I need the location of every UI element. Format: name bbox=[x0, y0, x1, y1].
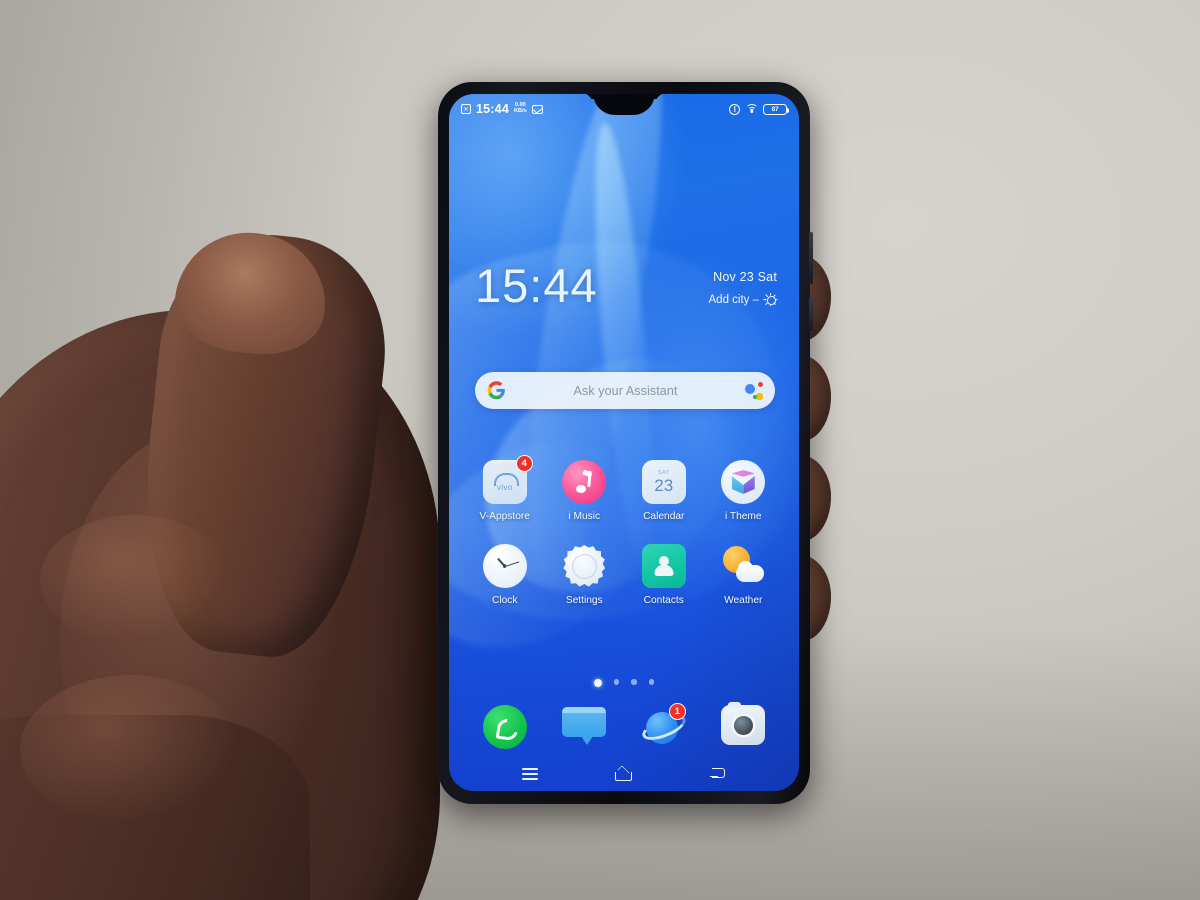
badge-count: 4 bbox=[515, 455, 533, 472]
app-clock[interactable]: Clock bbox=[465, 544, 545, 606]
vibrate-icon bbox=[729, 103, 740, 115]
message-icon bbox=[531, 104, 543, 114]
app-label: i Theme bbox=[724, 511, 762, 522]
app-label: Settings bbox=[565, 595, 603, 606]
battery-percent: 87 bbox=[771, 105, 779, 113]
recents-icon[interactable] bbox=[521, 768, 538, 780]
dock: 1 bbox=[465, 702, 783, 749]
dock-item-browser[interactable]: 1 bbox=[638, 703, 689, 749]
google-g-icon bbox=[487, 381, 506, 400]
app-v-appstore[interactable]: vivo 4 V-Appstore bbox=[465, 455, 545, 522]
add-city-label: Add city – bbox=[708, 293, 760, 306]
data-speed: 0.00 KB/s bbox=[513, 102, 527, 115]
app-grid: vivo 4 V-Appstore i Music SAT 23 Calenda… bbox=[465, 455, 784, 606]
clock-time[interactable]: 15:44 bbox=[475, 262, 598, 309]
page-indicator bbox=[449, 679, 799, 687]
app-label: Calendar bbox=[643, 511, 685, 522]
dock-item-messages[interactable] bbox=[562, 705, 607, 749]
phone-handset-icon[interactable] bbox=[482, 705, 527, 749]
theme-cube-icon[interactable] bbox=[721, 460, 766, 504]
screenshot-icon: ✕ bbox=[461, 104, 471, 114]
app-contacts[interactable]: Contacts bbox=[624, 544, 704, 606]
message-bubble-icon[interactable] bbox=[562, 705, 607, 745]
app-calendar[interactable]: SAT 23 Calendar bbox=[624, 460, 704, 522]
knuckle-highlight bbox=[40, 515, 230, 645]
clock-icon[interactable] bbox=[482, 544, 527, 588]
weather-block[interactable]: Nov 23 Sat Add city – bbox=[708, 262, 778, 307]
music-note-icon[interactable] bbox=[562, 460, 607, 504]
app-label: Weather bbox=[724, 595, 763, 606]
page-dot[interactable] bbox=[648, 679, 655, 685]
dock-item-camera[interactable] bbox=[721, 702, 766, 749]
photo-scene: ✕ 15:44 0.00 KB/s 87 15:44 Nov 23 Sat Ad… bbox=[0, 0, 1200, 900]
search-input[interactable]: Ask your Assistant bbox=[506, 384, 745, 398]
contacts-person-icon[interactable] bbox=[641, 544, 686, 588]
google-search-bar[interactable]: Ask your Assistant bbox=[475, 372, 775, 409]
battery-icon: 87 bbox=[763, 103, 789, 115]
badge-count: 1 bbox=[668, 703, 686, 720]
phone-device: ✕ 15:44 0.00 KB/s 87 15:44 Nov 23 Sat Ad… bbox=[438, 82, 813, 804]
volume-button[interactable] bbox=[809, 232, 813, 284]
status-time: 15:44 bbox=[476, 102, 509, 116]
app-label: V-Appstore bbox=[479, 511, 530, 522]
app-i-music[interactable]: i Music bbox=[545, 460, 625, 522]
sun-icon bbox=[763, 292, 778, 307]
calendar-icon[interactable]: SAT 23 bbox=[641, 460, 686, 504]
gear-icon[interactable] bbox=[562, 544, 606, 588]
app-i-theme[interactable]: i Theme bbox=[704, 460, 784, 522]
clock-date: Nov 23 Sat bbox=[713, 270, 777, 284]
add-city-button[interactable]: Add city – bbox=[708, 292, 778, 307]
page-dot[interactable] bbox=[631, 679, 637, 685]
vivo-appstore-icon[interactable]: vivo 4 bbox=[482, 455, 533, 504]
page-dot[interactable] bbox=[613, 679, 620, 685]
weather-sun-cloud-icon[interactable] bbox=[721, 544, 765, 588]
camera-icon[interactable] bbox=[721, 702, 766, 745]
status-bar: ✕ 15:44 0.00 KB/s 87 bbox=[449, 94, 799, 120]
back-icon[interactable] bbox=[710, 767, 726, 781]
phone-screen[interactable]: ✕ 15:44 0.00 KB/s 87 15:44 Nov 23 Sat Ad… bbox=[449, 94, 799, 791]
app-label: Clock bbox=[492, 595, 518, 606]
knuckle-highlight bbox=[20, 675, 240, 825]
app-weather[interactable]: Weather bbox=[704, 544, 784, 606]
navigation-bar bbox=[449, 757, 799, 791]
app-label: Contacts bbox=[643, 595, 684, 606]
home-icon[interactable] bbox=[615, 765, 633, 781]
calendar-day: 23 bbox=[654, 476, 674, 495]
data-speed-unit: KB/s bbox=[513, 108, 527, 114]
google-assistant-icon[interactable] bbox=[745, 381, 763, 400]
power-button[interactable] bbox=[809, 297, 813, 331]
wifi-icon bbox=[745, 104, 758, 114]
dock-item-phone[interactable] bbox=[482, 705, 527, 749]
app-settings[interactable]: Settings bbox=[545, 544, 625, 606]
page-dot-active[interactable] bbox=[593, 679, 602, 687]
clock-weather-widget[interactable]: 15:44 Nov 23 Sat Add city – bbox=[449, 262, 799, 309]
app-label: i Music bbox=[568, 511, 601, 522]
